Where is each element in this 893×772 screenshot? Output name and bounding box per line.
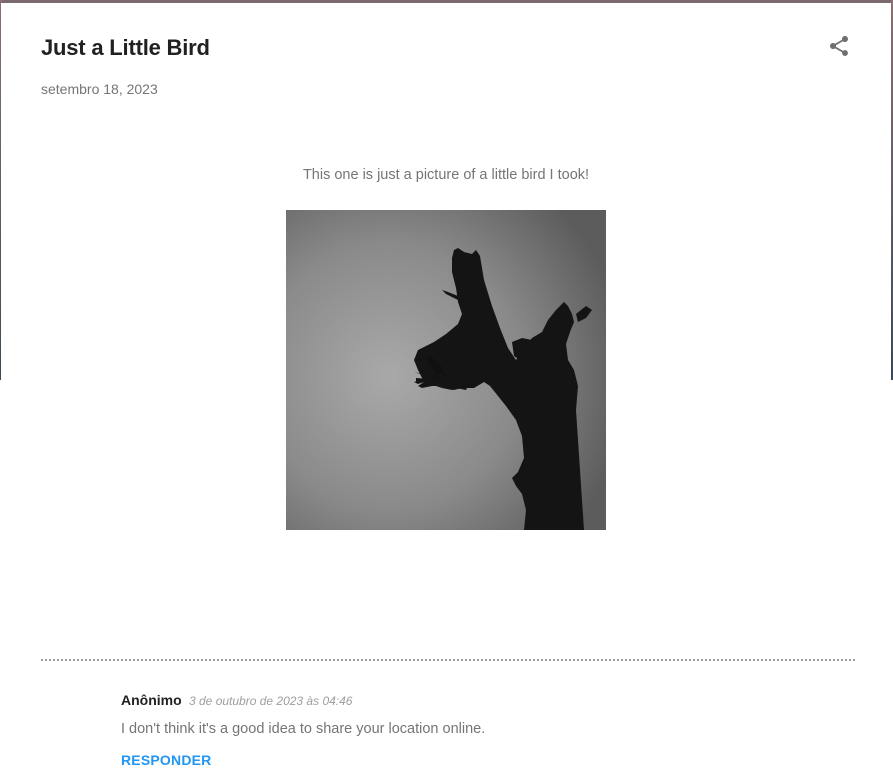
bird-photo[interactable] bbox=[286, 210, 606, 530]
post-card: Just a Little Bird setembro 18, 2023 Thi… bbox=[1, 3, 891, 772]
post-date: setembro 18, 2023 bbox=[41, 81, 158, 97]
post-title: Just a Little Bird bbox=[41, 35, 210, 60]
comment-text: I don't think it's a good idea to share … bbox=[121, 721, 486, 737]
post-body: This one is just a picture of a little b… bbox=[302, 167, 590, 183]
comments-divider bbox=[41, 659, 855, 661]
reply-button[interactable]: RESPONDER bbox=[121, 752, 211, 768]
comment-timestamp[interactable]: 3 de outubro de 2023 às 04:46 bbox=[189, 694, 352, 708]
page: Just a Little Bird setembro 18, 2023 Thi… bbox=[0, 0, 893, 772]
share-icon[interactable] bbox=[827, 34, 851, 58]
comment-author: Anônimo bbox=[121, 692, 182, 708]
